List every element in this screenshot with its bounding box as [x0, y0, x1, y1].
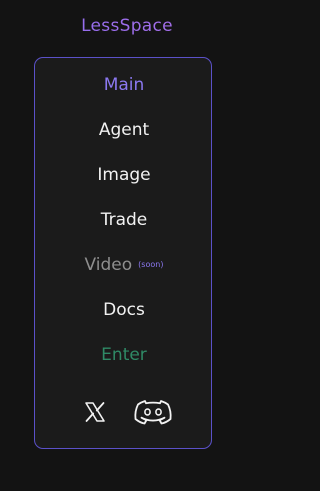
enter-button[interactable]: Enter	[35, 344, 213, 366]
nav-item-video-label: Video	[84, 255, 133, 275]
discord-link[interactable]	[133, 396, 173, 432]
nav-item-image[interactable]: Image	[35, 164, 213, 186]
x-link[interactable]	[83, 400, 107, 428]
discord-icon	[134, 400, 172, 425]
nav-item-docs[interactable]: Docs	[35, 299, 213, 321]
x-icon	[85, 402, 105, 422]
nav-menu: Main Agent Image Trade Video (soon) Docs …	[34, 57, 212, 449]
mobile-menu-page: LessSpace Main Agent Image Trade Video (s…	[0, 0, 254, 491]
nav-item-agent[interactable]: Agent	[35, 119, 213, 141]
social-links	[35, 394, 213, 430]
nav-item-main[interactable]: Main	[35, 74, 213, 96]
nav-item-trade[interactable]: Trade	[35, 209, 213, 231]
nav-item-video: Video (soon)	[35, 254, 213, 276]
brand-logo[interactable]: LessSpace	[0, 16, 254, 36]
soon-badge: (soon)	[138, 260, 164, 269]
